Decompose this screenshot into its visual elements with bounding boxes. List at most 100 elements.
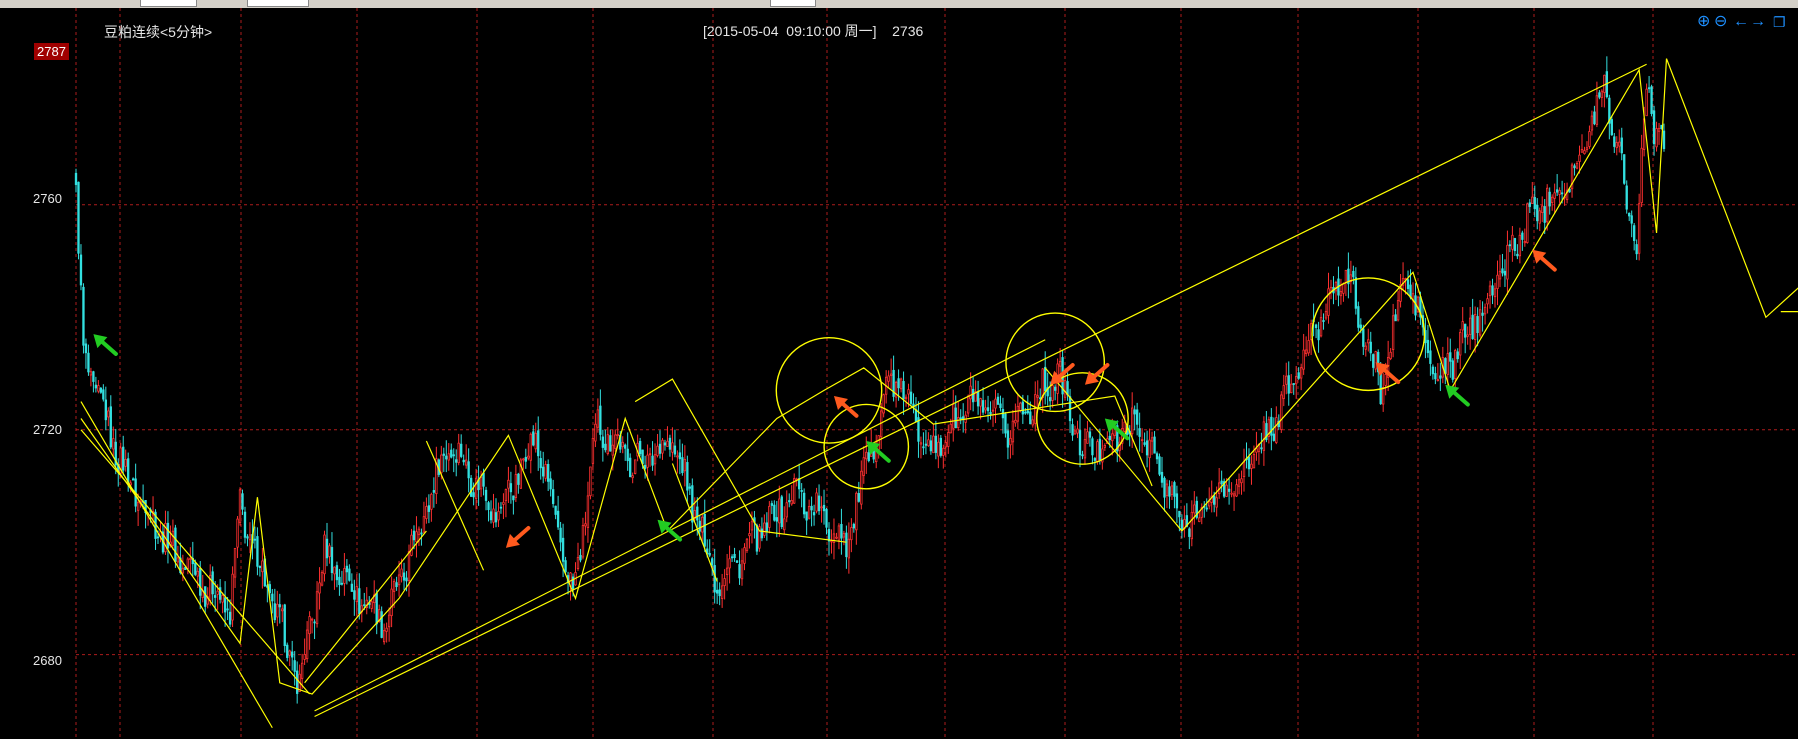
candle-body (271, 593, 274, 602)
candle-body (228, 611, 232, 625)
candle-body (261, 560, 264, 573)
candle-body (904, 396, 908, 400)
candle-body (335, 565, 339, 581)
candle-body (422, 516, 426, 533)
candle-body (1359, 324, 1362, 329)
zoom-out-icon[interactable]: ⊖ (1714, 13, 1727, 31)
y-tick-label: 2680 (33, 653, 62, 668)
candle-body (1615, 142, 1618, 149)
candle-body (1073, 430, 1077, 435)
candle-body (1342, 283, 1345, 294)
candle-body (397, 574, 401, 586)
scroll-left-icon[interactable]: ← (1733, 13, 1749, 31)
toolbar-button[interactable] (770, 0, 816, 7)
candle-body (551, 489, 555, 504)
candle-body (74, 172, 78, 185)
candle-body (430, 493, 433, 510)
candle-body (996, 396, 1000, 405)
candle-body (599, 405, 602, 435)
candle-body (1543, 206, 1546, 223)
candle-body (303, 654, 306, 660)
trend-line (80, 401, 273, 729)
candle-body (696, 506, 699, 521)
candle-body (671, 442, 674, 453)
candle-body (1511, 234, 1514, 250)
candle-body (1133, 409, 1136, 415)
candle-body (112, 438, 115, 450)
candle-body (1593, 111, 1596, 125)
trend-line (425, 440, 485, 571)
toolbar-dropdown[interactable] (247, 0, 309, 7)
candle-body (596, 409, 600, 428)
candle-body (464, 459, 468, 466)
candle-body (1304, 349, 1308, 354)
candle-body (629, 457, 632, 478)
candle-body (1426, 339, 1430, 354)
candle-body (1024, 411, 1027, 414)
scroll-right-icon[interactable]: → (1750, 13, 1766, 31)
candle-body (723, 578, 726, 587)
candle-body (877, 435, 880, 450)
candle-body (509, 483, 513, 493)
candle-body (1449, 352, 1452, 362)
candle-body (855, 492, 858, 531)
candle-body (1295, 376, 1298, 385)
candle-body (1548, 191, 1551, 207)
candle-body (527, 455, 530, 459)
candle-body (1483, 306, 1487, 315)
candle-body (971, 388, 975, 403)
candle-body (460, 443, 463, 457)
candle-body (231, 573, 234, 621)
candle-body (1235, 484, 1238, 497)
candle-body (1496, 274, 1499, 289)
restore-window-icon[interactable]: ❐ (1773, 13, 1786, 31)
y-tick-label: 2760 (33, 191, 62, 206)
candle-body (611, 444, 614, 456)
candle-body (1250, 463, 1253, 469)
candle-body (507, 479, 510, 489)
candle-body (999, 403, 1002, 409)
kline-chart[interactable] (0, 8, 1798, 739)
candle-body (1362, 328, 1365, 347)
candle-body (1637, 203, 1641, 254)
zoom-in-icon[interactable]: ⊕ (1697, 13, 1710, 31)
candle-body (87, 352, 90, 373)
candle-body (790, 500, 793, 505)
candle-body (375, 592, 378, 625)
candle-body (1454, 350, 1457, 380)
candle-body (1468, 317, 1472, 335)
candle-body (1138, 428, 1141, 437)
toolbar-dropdown[interactable] (140, 0, 197, 7)
candle-body (986, 407, 990, 412)
candle-body (1158, 456, 1161, 475)
candle-body (1550, 196, 1554, 203)
candle-body (1168, 486, 1171, 497)
candle-body (479, 476, 483, 490)
candle-body (703, 513, 706, 547)
candle-body (524, 456, 527, 462)
candle-body (1446, 353, 1449, 375)
candle-body (897, 378, 900, 389)
candle-body (1180, 519, 1184, 531)
candle-body (539, 458, 542, 469)
candle-body (1140, 439, 1144, 442)
candle-body (681, 457, 684, 474)
zigzag-line (80, 367, 1153, 695)
candlestick-bars (74, 56, 1666, 704)
candle-body (1135, 409, 1139, 425)
candle-body (1396, 300, 1400, 321)
candle-body (678, 452, 682, 460)
candle-body (807, 506, 811, 519)
candle-body (1297, 372, 1300, 379)
candle-body (1633, 225, 1636, 241)
candle-body (1153, 436, 1156, 454)
candle-body (427, 505, 431, 512)
candle-body (1618, 141, 1621, 147)
candle-body (1610, 119, 1613, 136)
candle-body (176, 557, 180, 563)
candle-body (860, 470, 863, 505)
candle-body (927, 439, 930, 447)
candle-body (440, 454, 443, 474)
candle-body (1486, 298, 1489, 305)
candle-body (1526, 203, 1529, 243)
